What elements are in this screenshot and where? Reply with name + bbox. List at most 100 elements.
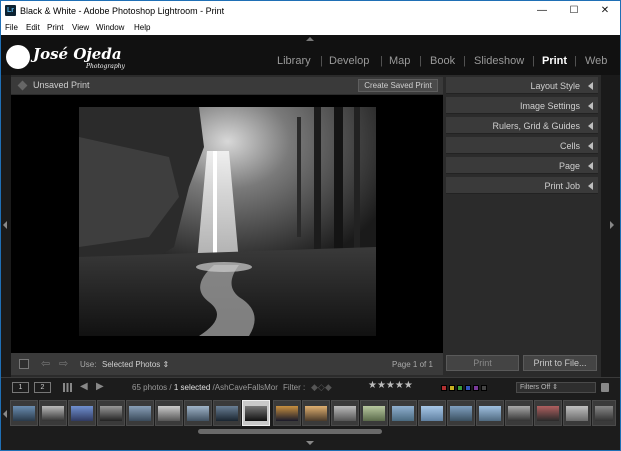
module-separator: | — [380, 55, 383, 67]
yellow-label-icon[interactable] — [449, 385, 455, 391]
top-panel-toggle-icon[interactable] — [306, 37, 314, 41]
lightroom-window: Lr Black & White - Adobe Photoshop Light… — [0, 0, 621, 451]
module-separator: | — [419, 55, 422, 67]
bottom-panel-toggle-icon[interactable] — [306, 441, 314, 445]
filmstrip-thumbnail[interactable] — [389, 400, 417, 426]
filmstrip-thumbnail[interactable] — [476, 400, 504, 426]
print-status-icon — [17, 80, 28, 91]
filmstrip-thumbnail[interactable] — [534, 400, 562, 426]
filmstrip-thumbnail[interactable] — [184, 400, 212, 426]
filmstrip-scrollbar[interactable] — [198, 429, 382, 434]
filmstrip-thumbnail-selected[interactable] — [242, 400, 270, 426]
filmstrip-thumbnail[interactable] — [505, 400, 533, 426]
filter-lock-icon[interactable] — [601, 383, 609, 392]
module-print[interactable]: Print — [542, 55, 567, 67]
identity-plate-tagline: Photography — [86, 63, 125, 70]
blue-label-icon[interactable] — [465, 385, 471, 391]
selected-count: 1 selected — [173, 383, 211, 392]
filmstrip-thumbnail[interactable] — [97, 400, 125, 426]
filmstrip — [1, 396, 620, 450]
print-toolbar: ⇦ ⇨ Use: Selected Photos ⇕ Page 1 of 1 — [11, 353, 443, 375]
module-develop[interactable]: Develop — [329, 55, 369, 67]
panel-layout-style[interactable]: Layout Style — [446, 77, 598, 94]
module-web[interactable]: Web — [585, 55, 607, 67]
filmstrip-source-info[interactable]: 65 photos / 1 selected /AshCaveFallsMor — [132, 383, 278, 392]
filter-label: Filter : — [283, 383, 306, 392]
collapse-arrow-icon — [588, 102, 593, 110]
filmstrip-thumbnail[interactable] — [126, 400, 154, 426]
filmstrip-thumbnail[interactable] — [331, 400, 359, 426]
filmstrip-thumbnail[interactable] — [155, 400, 183, 426]
filmstrip-thumbnail[interactable] — [447, 400, 475, 426]
menu-print[interactable]: Print — [47, 23, 63, 32]
filmstrip-thumbnail[interactable] — [10, 400, 38, 426]
filmstrip-thumbnail[interactable] — [563, 400, 591, 426]
right-panel-strip — [601, 75, 620, 377]
next-page-arrow-icon[interactable]: ⇨ — [59, 357, 68, 370]
star-rating-filter[interactable]: ★★★★★ — [368, 380, 413, 391]
menu-file[interactable]: File — [5, 23, 18, 32]
filmstrip-thumbnail[interactable] — [213, 400, 241, 426]
filmstrip-scroll-left-icon[interactable] — [3, 410, 7, 418]
panel-image-settings[interactable]: Image Settings — [446, 97, 598, 114]
filmstrip-thumbnail[interactable] — [360, 400, 388, 426]
color-label-filter[interactable] — [441, 384, 509, 392]
page-view-toggle[interactable] — [19, 359, 29, 369]
module-library[interactable]: Library — [277, 55, 311, 67]
grid-view-icon[interactable] — [63, 383, 72, 392]
filmstrip-thumbnail[interactable] — [302, 400, 330, 426]
use-label: Use: — [80, 360, 97, 369]
filmstrip-thumbnail[interactable] — [68, 400, 96, 426]
panel-header-label: Image Settings — [519, 101, 580, 111]
left-panel-toggle-icon[interactable] — [3, 221, 7, 229]
panel-rulers-grid-guides[interactable]: Rulers, Grid & Guides — [446, 117, 598, 134]
secondary-screen-button[interactable]: 2 — [34, 382, 51, 393]
flag-filter-icons[interactable]: ◆◇◆ — [311, 382, 332, 393]
filmstrip-thumbnail[interactable] — [39, 400, 67, 426]
menu-edit[interactable]: Edit — [26, 23, 40, 32]
panel-header-label: Rulers, Grid & Guides — [492, 121, 580, 131]
print-title: Unsaved Print — [33, 80, 90, 90]
menu-window[interactable]: Window — [96, 23, 124, 32]
red-label-icon[interactable] — [441, 385, 447, 391]
print-work-area: Unsaved Print Create Saved Print ⇦ ⇨ Use… — [11, 75, 443, 377]
right-panel-toggle-icon[interactable] — [610, 221, 614, 229]
print-photo-waterfall[interactable] — [79, 107, 376, 336]
panel-header-label: Layout Style — [530, 81, 580, 91]
minimize-button[interactable]: — — [527, 1, 557, 21]
print-to-file-button[interactable]: Print to File... — [523, 355, 597, 371]
panel-cells[interactable]: Cells — [446, 137, 598, 154]
panel-print-job[interactable]: Print Job — [446, 177, 598, 194]
print-button[interactable]: Print — [446, 355, 519, 371]
maximize-button[interactable]: ☐ — [559, 1, 589, 21]
module-separator: | — [574, 55, 577, 67]
filmstrip-thumbnail[interactable] — [592, 400, 616, 426]
menu-view[interactable]: View — [72, 23, 89, 32]
module-map[interactable]: Map — [389, 55, 410, 67]
filters-off-dropdown[interactable]: Filters Off ⇕ — [516, 382, 596, 393]
previous-page-arrow-icon[interactable]: ⇦ — [41, 357, 50, 370]
use-selected-photos-dropdown[interactable]: Selected Photos ⇕ — [102, 360, 169, 369]
module-slideshow[interactable]: Slideshow — [474, 55, 524, 67]
selected-filename: /AshCaveFallsMor — [212, 383, 278, 392]
panel-page[interactable]: Page — [446, 157, 598, 174]
menu-help[interactable]: Help — [134, 23, 150, 32]
close-button[interactable]: ✕ — [590, 1, 620, 21]
green-label-icon[interactable] — [457, 385, 463, 391]
module-separator: | — [463, 55, 466, 67]
purple-label-icon[interactable] — [473, 385, 479, 391]
collapse-arrow-icon — [588, 182, 593, 190]
window-title: Black & White - Adobe Photoshop Lightroo… — [20, 6, 225, 16]
module-picker-bar: José Ojeda Photography Library | Develop… — [1, 35, 620, 75]
gray-label-icon[interactable] — [481, 385, 487, 391]
primary-screen-button[interactable]: 1 — [12, 382, 29, 393]
create-saved-print-button[interactable]: Create Saved Print — [358, 79, 438, 92]
filmstrip-thumbnail[interactable] — [418, 400, 446, 426]
title-bar: Lr Black & White - Adobe Photoshop Light… — [1, 1, 620, 21]
previous-arrow-icon[interactable]: ◀ — [80, 381, 88, 392]
collapse-arrow-icon — [588, 162, 593, 170]
filmstrip-thumbnail[interactable] — [273, 400, 301, 426]
module-book[interactable]: Book — [430, 55, 455, 67]
next-arrow-icon[interactable]: ▶ — [96, 381, 104, 392]
right-panel: Layout Style Image Settings Rulers, Grid… — [443, 75, 601, 377]
